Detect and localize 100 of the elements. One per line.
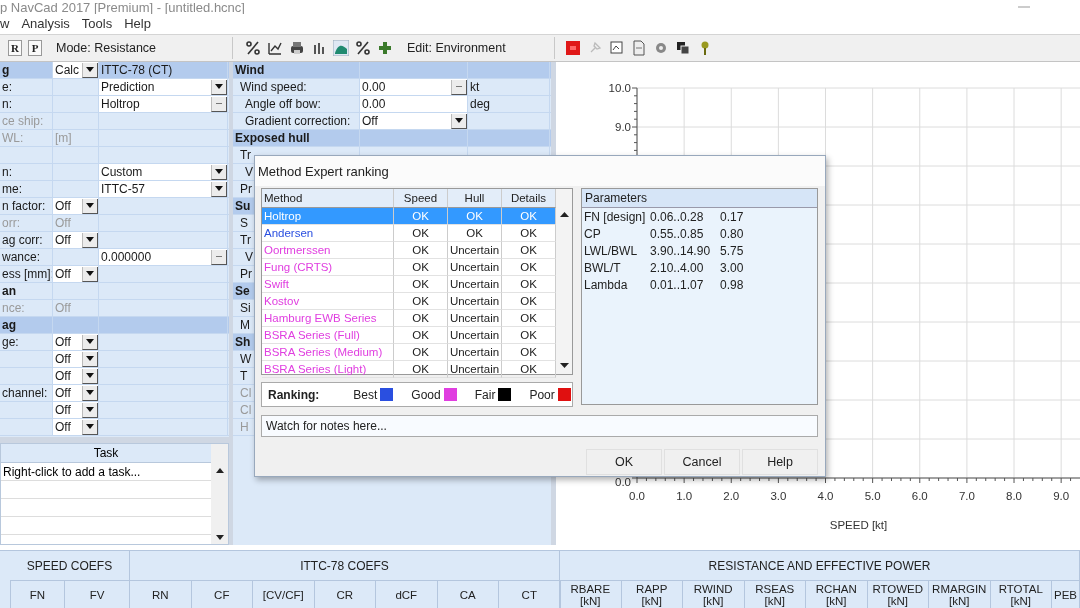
table-cell-text: 0.98: [719, 277, 745, 292]
field-label: W: [240, 352, 252, 366]
dropdown[interactable]: Off: [53, 198, 98, 214]
field-value: [m]: [55, 131, 72, 145]
dialog-button[interactable]: OK: [586, 449, 662, 475]
column-header: FV: [65, 581, 130, 608]
input-field[interactable]: 0.000000: [99, 249, 227, 265]
printer-icon[interactable]: [289, 40, 305, 56]
table-cell-text: 3.90..14.90: [649, 243, 712, 258]
column-header: Task: [1, 444, 211, 463]
notes-box: Watch for notes here...: [261, 415, 818, 437]
field-label: Cl: [240, 403, 252, 417]
field-label: V: [245, 165, 253, 179]
dash-icon: [216, 102, 222, 105]
legend-label: Poor: [529, 387, 555, 402]
column-header: RAPP [kN]: [621, 581, 683, 608]
method-row[interactable]: BSRA Series (Light) OK Uncertain OK: [262, 361, 556, 378]
scroll-up-icon[interactable]: [559, 212, 569, 217]
document-icon[interactable]: [631, 40, 647, 56]
dropdown[interactable]: Off: [53, 385, 98, 401]
dropdown[interactable]: Off: [53, 351, 98, 367]
scrollbar[interactable]: [556, 189, 572, 374]
method-name: Oortmerssen: [262, 242, 394, 259]
mode-button[interactable]: R: [8, 40, 22, 56]
column-header: RN: [130, 581, 192, 608]
method-row[interactable]: Oortmerssen OK Uncertain OK: [262, 242, 556, 259]
menu-item[interactable]: w: [0, 15, 10, 31]
method-row[interactable]: Hamburg EWB Series OK Uncertain OK: [262, 310, 556, 327]
field-label: me:: [2, 182, 22, 196]
table-cell: OK: [394, 259, 448, 276]
dialog-button[interactable]: Cancel: [664, 449, 740, 475]
menu-item[interactable]: Help: [124, 15, 151, 31]
caret-icon: [86, 203, 94, 208]
input-field[interactable]: Holtrop: [99, 96, 227, 112]
table-cell: Uncertain: [448, 259, 502, 276]
section-title: Wind: [235, 63, 265, 77]
wave-icon[interactable]: [333, 40, 349, 56]
field-label: orr:: [2, 216, 20, 230]
dropdown[interactable]: Off: [53, 266, 98, 282]
caret-icon: [86, 407, 94, 412]
dropdown[interactable]: Off: [53, 232, 98, 248]
more-button[interactable]: [211, 96, 227, 112]
dropdown[interactable]: Calc: [53, 62, 98, 78]
table-cell: OK: [394, 344, 448, 361]
graph-icon[interactable]: [267, 40, 283, 56]
tick-label: 2.0: [723, 490, 740, 502]
field-label: n factor:: [2, 199, 46, 213]
scroll-up-icon[interactable]: [215, 468, 224, 473]
menu-item[interactable]: Analysis: [21, 15, 70, 31]
section-title: g: [2, 63, 10, 77]
field-label: Wind speed:: [240, 80, 307, 94]
table-cell-text: 0.55..0.85: [649, 226, 705, 241]
dropdown[interactable]: Off: [360, 113, 467, 129]
mode-button[interactable]: P: [28, 40, 42, 56]
dropdown[interactable]: Off: [53, 402, 98, 418]
table-cell: OK: [394, 327, 448, 344]
tick-label: 1.0: [676, 490, 693, 502]
table-cell-text: 0.06..0.28: [649, 209, 705, 224]
plus-icon[interactable]: [377, 40, 393, 56]
method-row[interactable]: Fung (CRTS) OK Uncertain OK: [262, 259, 556, 276]
column-header: CT: [499, 581, 561, 608]
method-row[interactable]: Swift OK Uncertain OK: [262, 276, 556, 293]
dialog-button[interactable]: Help: [742, 449, 818, 475]
method-row[interactable]: BSRA Series (Full) OK Uncertain OK: [262, 327, 556, 344]
menu-item[interactable]: Tools: [81, 15, 113, 31]
scrollbar[interactable]: [211, 444, 228, 544]
scroll-down-icon[interactable]: [215, 535, 224, 540]
dropdown[interactable]: Off: [53, 419, 98, 435]
dropdown[interactable]: Off: [53, 334, 98, 350]
percent-icon[interactable]: [355, 40, 371, 56]
dropdown[interactable]: Custom: [99, 164, 227, 180]
table-cell: OK: [394, 310, 448, 327]
field-label: Angle off bow:: [245, 97, 321, 111]
method-row[interactable]: Andersen OK OK OK: [262, 225, 556, 242]
scroll-down-icon[interactable]: [559, 363, 569, 368]
dropdown[interactable]: ITTC-57: [99, 181, 227, 197]
bars-icon[interactable]: [311, 40, 327, 56]
field-label: Gradient correction:: [245, 114, 351, 128]
percent-icon[interactable]: [245, 40, 261, 56]
tick-label: 7.0: [958, 490, 975, 502]
tick-label: 0.0: [629, 490, 645, 502]
method-row[interactable]: Kostov OK Uncertain OK: [262, 293, 556, 310]
dropdown[interactable]: Off: [53, 368, 98, 384]
task-row[interactable]: Right-click to add a task...: [1, 463, 211, 481]
column-header: RTOWED [kN]: [867, 581, 929, 608]
table-cell: OK: [394, 361, 448, 378]
method-row[interactable]: BSRA Series (Medium) OK Uncertain OK: [262, 344, 556, 361]
input-field[interactable]: 0.00: [360, 96, 467, 112]
input-field[interactable]: 0.00: [360, 79, 467, 95]
dropdown[interactable]: Prediction: [99, 79, 227, 95]
frame-icon[interactable]: [609, 40, 625, 56]
table-cell-text: FN [design]: [583, 209, 647, 224]
legend-label: Best: [353, 387, 378, 402]
field-label: n:: [2, 97, 12, 111]
section-title: Su: [235, 199, 251, 213]
dialog-title: Method Expert ranking: [255, 156, 825, 186]
square-icon[interactable]: [565, 40, 581, 56]
more-button[interactable]: [211, 249, 227, 265]
more-button[interactable]: [451, 79, 467, 95]
copy-icon[interactable]: [675, 40, 691, 56]
